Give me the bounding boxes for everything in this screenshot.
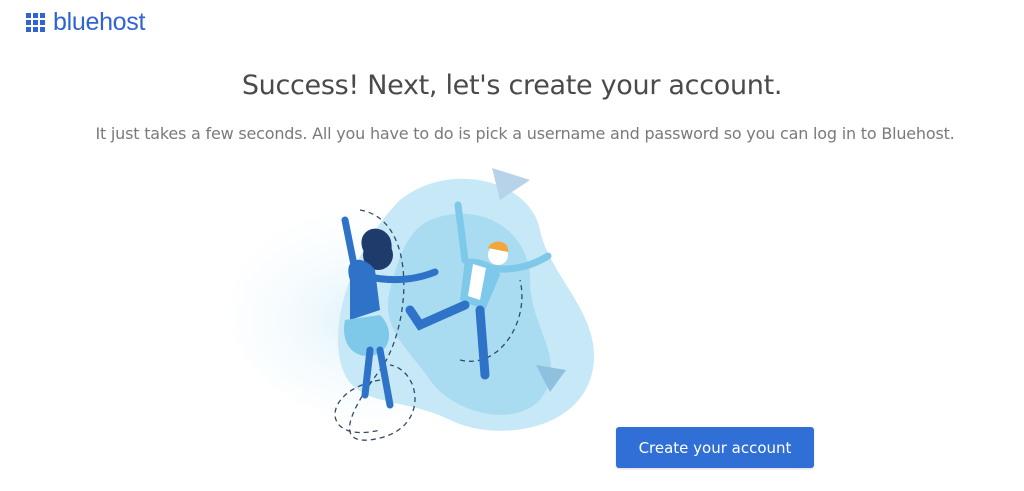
grid-logo-icon	[26, 13, 45, 32]
create-account-button[interactable]: Create your account	[616, 427, 814, 468]
celebrating-people-illustration	[230, 168, 595, 441]
page-title: Success! Next, let's create your account…	[241, 70, 783, 101]
page-subtitle: It just takes a few seconds. All you hav…	[95, 124, 955, 143]
brand-name: bluehost	[53, 8, 146, 36]
bluehost-logo[interactable]: bluehost	[26, 10, 145, 35]
